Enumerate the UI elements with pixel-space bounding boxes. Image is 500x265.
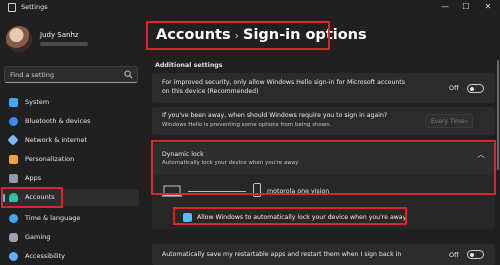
settings-app-icon [8,3,16,12]
sidebar-item-label: Network & internet [25,136,88,144]
setting-card-restart-apps: Automatically save my restartable apps a… [152,244,495,265]
checkbox-highlight [173,207,407,225]
apps-icon [9,174,18,183]
accounts-highlight [1,187,63,208]
sidebar-item-bluetooth[interactable]: Bluetooth & devices [0,113,140,130]
search-input[interactable]: Find a setting [4,66,138,83]
sidebar-item-label: Personalization [25,155,75,163]
system-icon [9,98,18,107]
dynamic-lock-highlight [151,140,496,195]
sidebar-item-apps[interactable]: Apps [0,170,140,187]
gaming-icon [9,233,18,242]
setting-subtitle: Windows Hello is preventing some options… [162,122,332,128]
title-bar: Settings — ☐ ✕ [0,0,500,17]
sidebar-item-personalization[interactable]: Personalization [0,151,140,168]
scrollbar[interactable] [497,60,499,170]
user-name: Judy Sanhz [40,31,79,39]
toggle-knob [470,252,474,257]
sidebar-item-time-language[interactable]: Time & language [0,210,140,227]
sidebar-item-label: Apps [25,174,42,182]
main-pane: Accounts › Sign-in options Additional sett… [146,17,500,265]
sidebar-item-label: Gaming [25,233,51,241]
search-icon[interactable] [124,70,133,79]
hello-only-toggle[interactable] [467,84,484,93]
minimize-button[interactable]: — [438,2,452,11]
sidebar-item-gaming[interactable]: Gaming [0,229,140,246]
chevron-down-icon: ⌄ [463,117,469,124]
user-email-redacted [40,42,88,46]
accessibility-icon [9,252,18,261]
maximize-button[interactable]: ☐ [459,2,473,11]
setting-description-line2: on this device (Recommended) [162,88,259,95]
sidebar-item-accessibility[interactable]: Accessibility [0,248,140,265]
sidebar-item-system[interactable]: System [0,94,140,111]
section-title: Additional settings [155,62,223,69]
dropdown-value: Every Time [431,118,465,125]
setting-description: Automatically save my restartable apps a… [162,251,402,258]
setting-title: If you've been away, when should Windows… [162,112,388,119]
restart-apps-toggle[interactable] [467,250,484,259]
signin-frequency-dropdown[interactable]: Every Time ⌄ [425,114,473,128]
setting-card-hello-only: For improved security, only allow Window… [152,73,495,103]
sidebar-item-label: System [25,98,50,106]
search-placeholder: Find a setting [10,71,54,79]
avatar[interactable] [6,26,32,52]
setting-card-signin-again: If you've been away, when should Windows… [152,107,495,135]
sidebar-item-label: Time & language [25,214,81,222]
sidebar-item-label: Bluetooth & devices [25,117,91,125]
sidebar-item-label: Accessibility [25,252,65,260]
setting-description: For improved security, only allow Window… [162,79,405,86]
close-button[interactable]: ✕ [481,2,495,11]
time-language-icon [9,214,18,223]
toggle-state-label: Off [449,84,459,92]
breadcrumb-highlight [146,21,330,50]
toggle-knob [470,86,474,91]
bluetooth-icon [9,117,18,126]
sidebar-item-network[interactable]: Network & internet [0,132,140,149]
sidebar: Judy Sanhz Find a setting System Bluetoo… [0,17,147,265]
window-title: Settings [21,3,48,11]
network-icon [7,134,19,146]
personalization-icon [9,155,18,164]
toggle-state-label: Off [449,251,459,259]
